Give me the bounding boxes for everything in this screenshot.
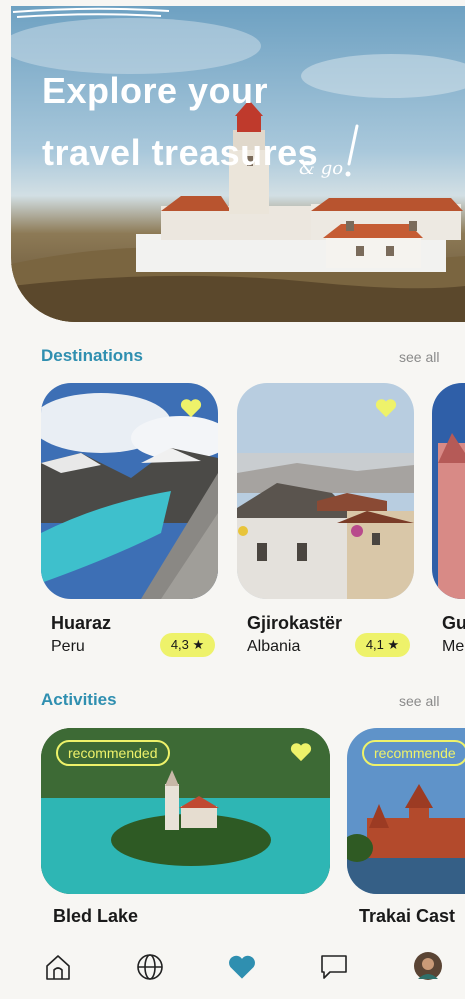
destination-image-partial bbox=[432, 383, 465, 599]
hero-banner: Explore your travel treasures & go bbox=[11, 6, 465, 322]
globe-icon[interactable] bbox=[136, 953, 164, 981]
destination-country: Peru bbox=[51, 638, 85, 655]
hero-underline bbox=[12, 7, 170, 18]
hero-title: Explore your travel treasures bbox=[42, 60, 318, 184]
favorite-heart-icon[interactable] bbox=[180, 398, 202, 418]
destination-country: Albania bbox=[247, 638, 301, 655]
recommended-badge: recommende bbox=[362, 740, 465, 766]
favorite-heart-icon[interactable] bbox=[375, 398, 397, 418]
destination-name: Gu bbox=[442, 613, 465, 633]
activities-title: Activities bbox=[41, 690, 117, 709]
rating-badge: 4,1 ★ bbox=[355, 633, 410, 657]
home-icon[interactable] bbox=[44, 953, 72, 981]
hero-title-line2: travel treasures bbox=[42, 132, 319, 173]
destinations-title: Destinations bbox=[41, 346, 144, 365]
destination-name: Gjirokastër bbox=[247, 613, 343, 633]
avatar[interactable] bbox=[413, 951, 443, 981]
destination-card-partial[interactable] bbox=[432, 383, 465, 599]
hero-accent-text: & go bbox=[299, 158, 344, 179]
destination-country: Me bbox=[442, 638, 465, 655]
favorite-heart-icon[interactable] bbox=[290, 742, 312, 762]
hero-title-line1: Explore your bbox=[42, 70, 269, 111]
rating-badge: 4,3 ★ bbox=[160, 633, 215, 657]
activities-see-all[interactable]: see all bbox=[399, 693, 439, 709]
recommended-badge: recommended bbox=[56, 740, 170, 766]
activity-name: Trakai Cast bbox=[359, 906, 456, 926]
exclamation-mark bbox=[345, 124, 359, 177]
heart-icon[interactable] bbox=[228, 954, 256, 980]
activity-name: Bled Lake bbox=[53, 906, 139, 926]
destinations-see-all[interactable]: see all bbox=[399, 349, 439, 365]
chat-icon[interactable] bbox=[320, 954, 348, 980]
destination-name: Huaraz bbox=[51, 613, 112, 633]
